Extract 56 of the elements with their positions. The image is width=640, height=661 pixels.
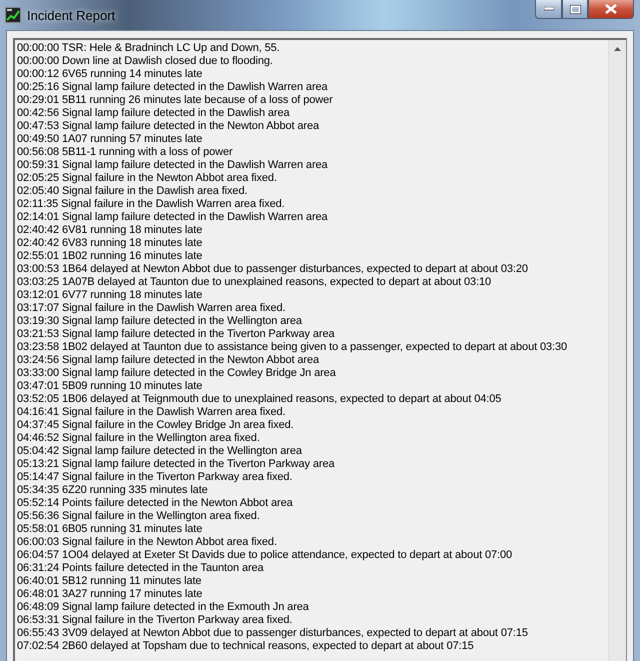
incident-entry: 02:11:35 Signal failure in the Dawlish Warren area fixed.: [17, 198, 286, 211]
incident-entry: 06:40:01 5B12 running 11 minutes late: [17, 575, 202, 588]
incident-entry: 04:37:45 Signal failure in the Cowley Bridge Jn area fixed.: [17, 419, 295, 432]
window-title: Incident Report: [27, 8, 116, 22]
incident-entry: 06:00:03 Signal failure in the Newton Abbot area fixed.: [17, 536, 278, 549]
incident-entry: 02:40:42 6V81 running 18 minutes late: [17, 224, 204, 237]
incident-entry: 05:58:01 6B05 running 31 minutes late: [17, 523, 204, 536]
incident-entry: 03:33:00 Signal lamp failure detected in the Cowley Bridge Jn area: [17, 367, 337, 380]
incident-entry: 00:00:00 TSR: Hele & Bradninch LC Up and Down, 55.: [17, 42, 281, 55]
close-icon: [605, 4, 617, 14]
incident-entry: 02:40:42 6V83 running 18 minutes late: [17, 237, 204, 250]
incident-entry: 00:00:12 6V65 running 14 minutes late: [17, 68, 204, 81]
incident-entry: 06:31:24 Points failure detected in the Taunton area: [17, 562, 265, 575]
incident-entry: 02:55:01 1B02 running 16 minutes late: [17, 250, 204, 263]
maximize-icon: [570, 4, 580, 14]
incident-entry: 03:21:53 Signal lamp failure detected in the Tiverton Parkway area: [17, 328, 336, 341]
incident-entry: 05:56:36 Signal failure in the Wellington area fixed.: [17, 510, 261, 523]
incident-entry: 05:04:42 Signal lamp failure detected in the Wellington area: [17, 445, 303, 458]
incident-entry: 03:00:53 1B64 delayed at Newton Abbot due to passenger disturbances, expected to depart at about 03:20: [17, 263, 529, 276]
incident-entry: 06:55:43 3V09 delayed at Newton Abbot due to passenger disturbances, expected to depart at about 07:15: [17, 627, 529, 640]
incident-entry: 06:48:01 3A27 running 17 minutes late: [17, 588, 204, 601]
incident-entry: 06:04:57 1O04 delayed at Exeter St Davids due to police attendance, expected to depart at about 07:00: [17, 549, 514, 562]
incident-entry: 03:17:07 Signal failure in the Dawlish Warren area fixed.: [17, 302, 286, 315]
incident-entry: 00:56:08 5B11-1 running with a loss of power: [17, 146, 234, 159]
up-arrow-icon: [614, 46, 621, 50]
minimize-icon: [544, 7, 554, 11]
incident-entry: 00:25:16 Signal lamp failure detected in the Dawlish Warren area: [17, 81, 329, 94]
app-icon: [5, 7, 21, 23]
incident-entry: 07:02:54 2B60 delayed at Topsham due to technical reasons, expected to depart at about 07:15: [17, 640, 475, 653]
incident-entry: 03:24:56 Signal lamp failure detected in the Newton Abbot area: [17, 354, 320, 367]
incident-entry: 05:34:35 6Z20 running 335 minutes late: [17, 484, 209, 497]
incident-entry: 06:53:31 Signal failure in the Tiverton Parkway area fixed.: [17, 614, 294, 627]
incident-entry: 00:47:53 Signal lamp failure detected in the Newton Abbot area: [17, 120, 320, 133]
incident-entry: 06:48:09 Signal lamp failure detected in the Exmouth Jn area: [17, 601, 310, 614]
incident-entry: 03:03:25 1A07B delayed at Taunton due to unexplained reasons, expected to depart at about 03:10: [17, 276, 492, 289]
incident-entry: 02:14:01 Signal lamp failure detected in the Dawlish Warren area: [17, 211, 329, 224]
minimize-button[interactable]: [535, 0, 562, 19]
incident-entry: 02:05:40 Signal failure in the Dawlish area fixed.: [17, 185, 248, 198]
incident-entry: 02:05:25 Signal failure in the Newton Abbot area fixed.: [17, 172, 278, 185]
maximize-button[interactable]: [562, 0, 588, 19]
incident-entry: 04:16:41 Signal failure in the Dawlish Warren area fixed.: [17, 406, 286, 419]
close-button[interactable]: [588, 0, 634, 19]
incident-entry: 03:19:30 Signal lamp failure detected in the Wellington area: [17, 315, 303, 328]
incident-entry: 05:13:21 Signal lamp failure detected in the Tiverton Parkway area: [17, 458, 336, 471]
incident-entry: 03:23:58 1B02 delayed at Taunton due to assistance being given to a passenger, expected to depart at about 03:30: [17, 341, 568, 354]
incident-entry: 00:42:56 Signal lamp failure detected in the Dawlish area: [17, 107, 291, 120]
incident-entry: 03:12:01 6V77 running 18 minutes late: [17, 289, 204, 302]
incident-entry: 03:47:01 5B09 running 10 minutes late: [17, 380, 204, 393]
incident-entry: 05:52:14 Points failure detected in the Newton Abbot area: [17, 497, 294, 510]
incident-entry: 00:49:50 1A07 running 57 minutes late: [17, 133, 204, 146]
incident-entry: 00:59:31 Signal lamp failure detected in the Dawlish Warren area: [17, 159, 329, 172]
incident-entry: 04:46:52 Signal failure in the Wellington area fixed.: [17, 432, 261, 445]
incident-entry: 03:52:05 1B06 delayed at Teignmouth due to unexplained reasons, expected to depart at about 04:05: [17, 393, 502, 406]
incident-entry: 05:14:47 Signal failure in the Tiverton Parkway area fixed.: [17, 471, 294, 484]
incident-entry: 00:00:00 Down line at Dawlish closed due to flooding.: [17, 55, 274, 68]
incident-entry: 00:29:01 5B11 running 26 minutes late because of a loss of power: [17, 94, 334, 107]
